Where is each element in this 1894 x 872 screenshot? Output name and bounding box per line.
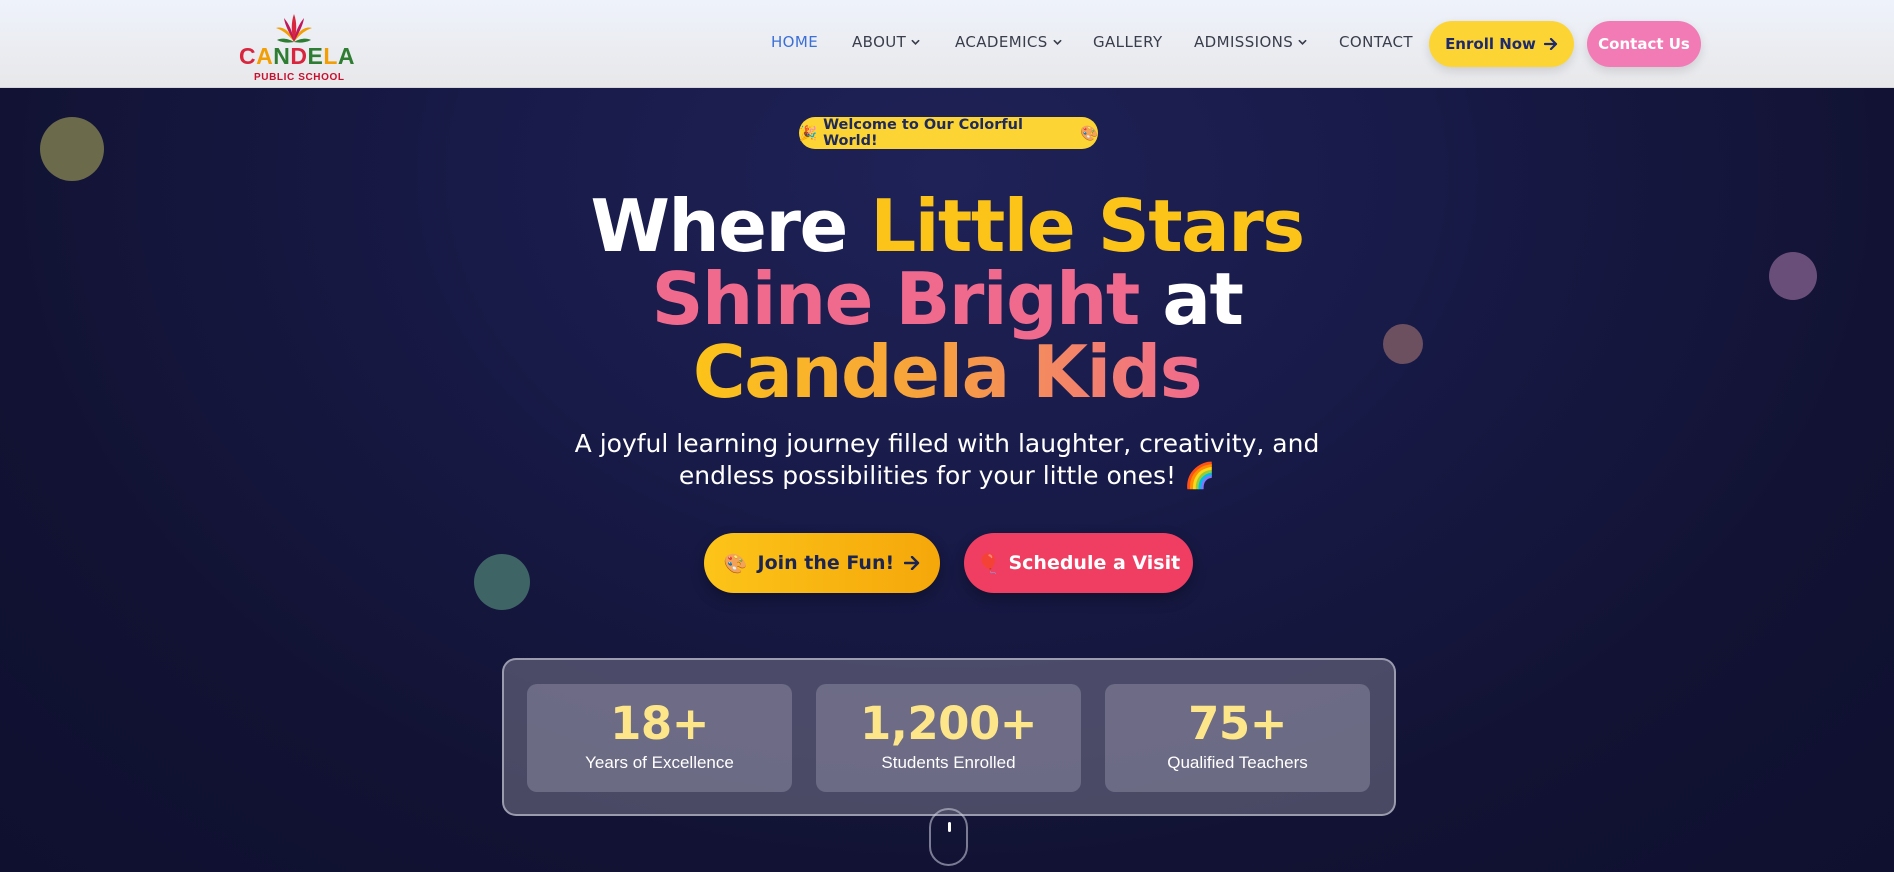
- nav-item-label: ACADEMICS: [955, 33, 1048, 51]
- decorative-bubble: [474, 554, 530, 610]
- arrow-right-icon: [904, 556, 920, 570]
- nav-item-contact[interactable]: CONTACT: [1339, 33, 1413, 51]
- nav-item-label: ABOUT: [852, 33, 907, 51]
- headline-part: Little Stars: [870, 184, 1305, 268]
- decorative-bubble: [40, 117, 104, 181]
- nav-item-home[interactable]: HOME: [771, 33, 818, 51]
- flower-logo-icon: [276, 14, 312, 43]
- welcome-badge-text: Welcome to Our Colorful World!: [823, 117, 1023, 149]
- chevron-down-icon: [1053, 39, 1062, 45]
- schedule-visit-label: Schedule a Visit: [1008, 552, 1181, 574]
- stat-value: 18+: [610, 697, 709, 750]
- chevron-down-icon: [911, 39, 920, 45]
- stat-label: Qualified Teachers: [1167, 753, 1308, 772]
- logo-letter: C: [239, 43, 257, 69]
- palette-icon: 🎨: [1079, 125, 1098, 142]
- stat-label: Students Enrolled: [881, 753, 1016, 772]
- logo-letter: D: [290, 43, 308, 69]
- nav-item-label: HOME: [771, 33, 819, 51]
- headline-part: Candela Kids: [692, 330, 1203, 414]
- scroll-indicator[interactable]: [929, 808, 968, 866]
- school-logo[interactable]: CANDELA PUBLIC SCHOOL: [236, 12, 355, 83]
- stats-panel: 18+ Years of Excellence 1,200+ Students …: [502, 658, 1396, 816]
- nav-item-admissions[interactable]: ADMISSIONS: [1194, 33, 1307, 51]
- stat-card: 1,200+ Students Enrolled: [816, 684, 1081, 792]
- party-icon: 🎉: [799, 125, 818, 142]
- hero-section: 🎉 Welcome to Our Colorful World! 🎨 Where…: [0, 0, 1894, 872]
- subtitle-line: endless possibilities for your little on…: [678, 461, 1216, 490]
- welcome-badge: 🎉 Welcome to Our Colorful World! 🎨: [799, 117, 1098, 149]
- logo-wordmark: CANDELA: [239, 45, 355, 68]
- contact-us-button[interactable]: Contact Us: [1587, 21, 1701, 67]
- contact-us-label: Contact Us: [1598, 35, 1690, 53]
- nav-item-label: ADMISSIONS: [1194, 33, 1294, 51]
- arrow-right-icon: [1543, 38, 1558, 50]
- join-the-fun-button[interactable]: 🎨 Join the Fun!: [704, 533, 940, 593]
- site-header: CANDELA PUBLIC SCHOOL HOME ABOUT ACADEMI…: [0, 0, 1894, 88]
- nav-item-label: CONTACT: [1339, 33, 1413, 51]
- palette-icon: 🎨: [723, 552, 748, 575]
- stat-value: 1,200+: [859, 697, 1038, 750]
- logo-letter: N: [273, 43, 291, 69]
- subtitle-line: A joyful learning journey filled with la…: [574, 429, 1320, 458]
- enroll-now-button[interactable]: Enroll Now: [1429, 21, 1574, 67]
- schedule-visit-button[interactable]: 🎈 Schedule a Visit: [964, 533, 1193, 593]
- nav-item-academics[interactable]: ACADEMICS: [955, 33, 1062, 51]
- stat-card: 75+ Qualified Teachers: [1105, 684, 1370, 792]
- headline-part: at: [1138, 257, 1244, 341]
- logo-letter: E: [307, 43, 324, 69]
- stat-label: Years of Excellence: [585, 753, 734, 772]
- headline-part: Shine Bright: [651, 257, 1141, 341]
- hero-headline: Where Little Stars Shine Bright at Cande…: [0, 190, 1894, 409]
- stat-card: 18+ Years of Excellence: [527, 684, 792, 792]
- chevron-down-icon: [1298, 39, 1307, 45]
- logo-letter: A: [256, 43, 274, 69]
- logo-letter: A: [337, 43, 356, 69]
- logo-letter: L: [323, 43, 338, 69]
- scroll-indicator-dot: [948, 822, 951, 832]
- balloon-icon: 🎈: [976, 552, 1001, 575]
- headline-part: Where: [590, 184, 871, 268]
- stat-value: 75+: [1188, 697, 1287, 750]
- enroll-now-label: Enroll Now: [1445, 35, 1536, 53]
- join-the-fun-label: Join the Fun!: [757, 552, 895, 574]
- hero-subtitle: A joyful learning journey filled with la…: [0, 428, 1894, 492]
- nav-item-gallery[interactable]: GALLERY: [1093, 33, 1163, 51]
- nav-item-label: GALLERY: [1093, 33, 1163, 51]
- nav-item-about[interactable]: ABOUT: [852, 33, 920, 51]
- logo-subtitle: PUBLIC SCHOOL: [254, 72, 345, 83]
